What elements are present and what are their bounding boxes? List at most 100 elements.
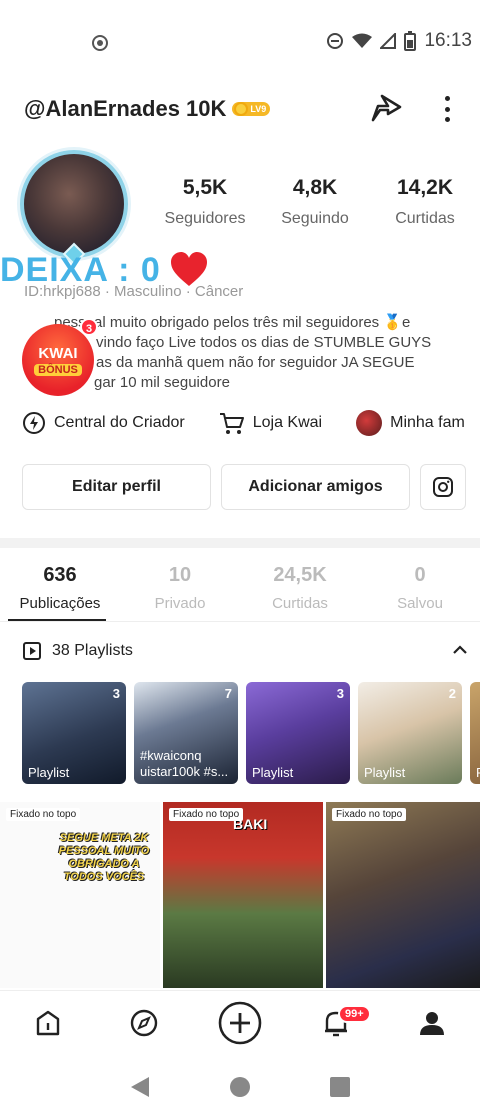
nav-create[interactable]: [216, 999, 264, 1047]
nav-notifications[interactable]: 99+: [312, 999, 371, 1047]
playlists-row: 3 Playlist 7 #kwaiconq uistar100k #s... …: [22, 682, 480, 784]
playlist-label-line: #kwaiconq: [140, 748, 202, 763]
tab-count: 0: [414, 564, 426, 586]
chevron-up-icon[interactable]: [452, 642, 468, 658]
nav-home[interactable]: [24, 999, 72, 1047]
nav-profile[interactable]: [408, 999, 456, 1047]
tab-likes[interactable]: 24,5K Curtidas: [240, 560, 360, 621]
wifi-icon: [352, 33, 373, 48]
level-text: LV9: [250, 104, 267, 114]
share-icon[interactable]: [368, 90, 404, 126]
playlist-icon: [23, 642, 41, 660]
playlist-item[interactable]: 7 #kwaiconq uistar100k #s...: [134, 682, 238, 784]
kwai-bonus-title: KWAI: [38, 344, 78, 362]
playlist-label: Playlist: [252, 765, 294, 780]
post-thumbnail[interactable]: Fixado no topo: [326, 802, 480, 988]
notification-badge: 99+: [338, 1004, 371, 1023]
avatar[interactable]: [20, 150, 128, 266]
post-thumbnail[interactable]: Fixado no topo SEGUE META 2K PESSOAL MUI…: [0, 802, 160, 988]
username-text: @AlanErnades 10K: [24, 96, 227, 121]
playlist-label: #kwaiconq uistar100k #s...: [140, 748, 228, 780]
pinned-label: Fixado no topo: [332, 808, 407, 821]
status-icons: 16:13: [326, 30, 472, 52]
instagram-icon: [433, 477, 453, 497]
playlists-header[interactable]: 38 Playlists: [22, 638, 472, 664]
stat-label: Curtidas: [395, 210, 455, 227]
profile-actions: Editar perfil Adicionar amigos: [22, 464, 480, 510]
screen-record-icon: [92, 35, 108, 51]
family-avatar-icon: [356, 410, 383, 436]
tab-label: Curtidas: [272, 595, 328, 612]
playlist-item[interactable]: 3 Playlist: [22, 682, 126, 784]
playlist-count: 3: [336, 686, 344, 701]
post-title: SEGUE META 2K PESSOAL MUITO OBRIGADO A T…: [58, 832, 150, 883]
stat-value: 5,5K: [182, 176, 228, 199]
my-family-link[interactable]: Minha fam: [356, 410, 465, 436]
more-options-button[interactable]: [436, 92, 458, 126]
stat-label: Seguidores: [164, 210, 246, 227]
stat-value: 4,8K: [292, 176, 338, 199]
playlist-label: P: [476, 765, 480, 780]
stat-followers[interactable]: 5,5K Seguidores: [150, 176, 260, 228]
dot-icon: [444, 96, 450, 101]
cart-icon: [219, 413, 244, 434]
bottom-nav: 99+: [0, 990, 480, 1054]
stat-following[interactable]: 4,8K Seguindo: [260, 176, 370, 228]
tab-publications[interactable]: 636 Publicações: [0, 560, 120, 621]
tab-private[interactable]: 10 Privado: [120, 560, 240, 621]
playlist-item[interactable]: 2 Playlist: [358, 682, 462, 784]
plus-icon: [218, 1001, 262, 1044]
playlist-count: 3: [112, 686, 120, 701]
profile-header: @AlanErnades 10K LV9: [0, 90, 480, 130]
kwai-bonus-subtitle: BÔNUS: [34, 363, 82, 376]
nav-discover[interactable]: [120, 999, 168, 1047]
playlists-count: 38 Playlists: [52, 642, 133, 659]
kwai-bonus-circle: KWAI BÔNUS: [22, 324, 94, 396]
system-nav: [0, 1054, 480, 1120]
kwai-shop-link[interactable]: Loja Kwai: [219, 410, 322, 436]
compass-icon: [130, 1009, 158, 1036]
add-friends-button[interactable]: Adicionar amigos: [221, 464, 410, 510]
home-icon: [36, 1010, 60, 1035]
coin-icon: [234, 102, 249, 116]
home-circle-icon[interactable]: [229, 1076, 251, 1098]
stat-label: Seguindo: [281, 210, 349, 227]
tab-label: Salvou: [397, 595, 443, 612]
pinned-label: Fixado no topo: [6, 808, 81, 821]
tab-count: 24,5K: [273, 564, 327, 586]
profile-icon: [420, 1011, 444, 1035]
battery-icon: [404, 31, 417, 51]
dot-icon: [444, 117, 450, 122]
username: @AlanErnades 10K LV9: [24, 96, 271, 122]
link-label: Loja Kwai: [252, 414, 323, 431]
tab-count: 10: [168, 564, 192, 586]
instagram-button[interactable]: [420, 464, 466, 510]
profile-links: Central do Criador Loja Kwai Minha fam: [22, 410, 480, 436]
do-not-disturb-icon: [327, 33, 344, 49]
section-divider: [0, 538, 480, 548]
kwai-bonus-badge[interactable]: KWAI BÔNUS 3: [18, 318, 98, 398]
creator-center-link[interactable]: Central do Criador: [22, 410, 185, 436]
status-time: 16:13: [424, 30, 472, 51]
signal-icon: [380, 33, 397, 49]
edit-profile-button[interactable]: Editar perfil: [22, 464, 211, 510]
playlist-count: 7: [224, 686, 232, 701]
content-tabs: 636 Publicações 10 Privado 24,5K Curtida…: [0, 560, 480, 622]
link-label: Minha fam: [390, 414, 465, 431]
playlist-item[interactable]: P: [470, 682, 480, 784]
stat-value: 14,2K: [396, 176, 454, 199]
playlist-item[interactable]: 3 Playlist: [246, 682, 350, 784]
stat-likes[interactable]: 14,2K Curtidas: [370, 176, 480, 228]
recents-icon[interactable]: [329, 1076, 351, 1098]
level-badge[interactable]: LV9: [232, 102, 271, 116]
playlist-label-line: uistar100k #s...: [140, 764, 229, 779]
tab-count: 636: [43, 564, 77, 586]
post-thumbnail[interactable]: Fixado no topo BAKI: [163, 802, 323, 988]
link-label: Central do Criador: [54, 414, 185, 431]
playlist-count: 2: [448, 686, 456, 701]
tab-saved[interactable]: 0 Salvou: [360, 560, 480, 621]
tab-label: Privado: [154, 595, 206, 612]
status-bar: 16:13: [0, 0, 480, 84]
back-icon[interactable]: [129, 1075, 151, 1099]
playlist-label: Playlist: [364, 765, 406, 780]
